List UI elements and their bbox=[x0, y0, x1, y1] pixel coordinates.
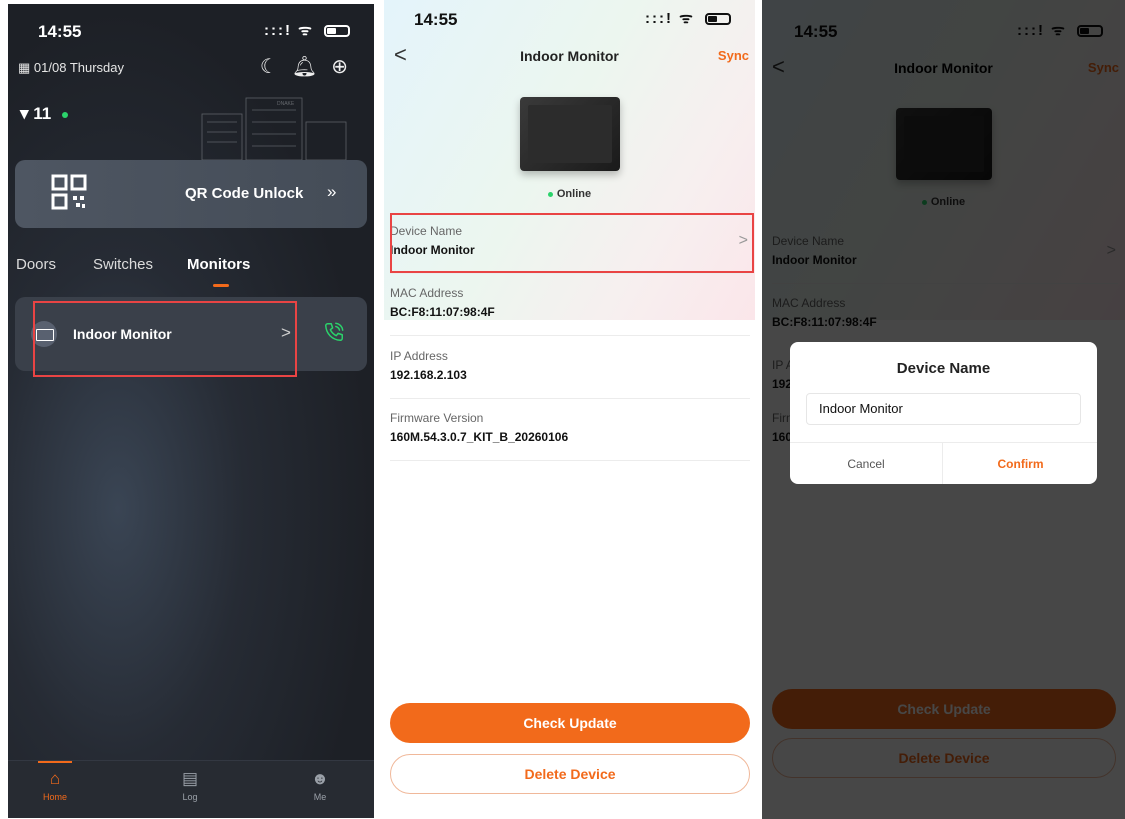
device-detail-screen: 14:55 :::! ᯤ < Indoor Monitor Sync Onlin… bbox=[384, 0, 755, 819]
person-icon: ☻ bbox=[311, 769, 329, 788]
tab-switches[interactable]: Switches bbox=[93, 256, 153, 273]
status-badge: Online bbox=[384, 188, 755, 200]
highlight-box bbox=[390, 213, 754, 273]
qr-code-unlock-card[interactable]: QR Code Unlock » bbox=[15, 160, 367, 228]
highlight-box bbox=[33, 301, 297, 377]
device-name-dialog: Device Name Indoor Monitor Cancel Confir… bbox=[790, 342, 1097, 484]
svg-text:DNAKE: DNAKE bbox=[277, 101, 295, 107]
page-title: Indoor Monitor bbox=[520, 48, 619, 64]
log-icon: ▤ bbox=[181, 769, 199, 788]
dialog-footer: Cancel Confirm bbox=[790, 442, 1097, 484]
tab-monitors[interactable]: Monitors bbox=[187, 256, 250, 273]
moon-icon[interactable]: ☾ bbox=[260, 56, 292, 78]
qr-unlock-label: QR Code Unlock bbox=[185, 185, 304, 202]
home-screen: 14:55 :::! ᯤ ▦ 01/08 Thursday ☾🔔︎⊕ ▾ 11 … bbox=[8, 4, 374, 818]
qr-code-icon bbox=[51, 174, 87, 210]
active-tab-line bbox=[38, 761, 72, 763]
calendar-icon: ▦ bbox=[18, 60, 31, 75]
online-dot bbox=[547, 191, 553, 197]
confirm-button[interactable]: Confirm bbox=[944, 443, 1097, 484]
wifi-icon: ᯤ bbox=[679, 10, 695, 27]
bottom-tab-bar: ⌂ Home ▤ Log ☻ Me bbox=[8, 760, 374, 818]
bell-icon[interactable]: 🔔︎ bbox=[292, 56, 331, 78]
home-icon: ⌂ bbox=[49, 769, 61, 788]
double-chevron-icon: » bbox=[327, 182, 337, 201]
date-label: ▦ 01/08 Thursday bbox=[18, 60, 125, 75]
monitor-image bbox=[520, 97, 620, 171]
signal-icon: :::! bbox=[644, 10, 673, 27]
status-time: 14:55 bbox=[414, 10, 458, 29]
sync-button[interactable]: Sync bbox=[718, 48, 749, 63]
field-mac-address: MAC Address BC:F8:11:07:98:4F bbox=[390, 274, 750, 336]
status-time: 14:55 bbox=[38, 22, 82, 41]
tabbar-home[interactable]: ⌂ Home bbox=[25, 769, 85, 802]
field-firmware-version: Firmware Version 160M.54.3.0.7_KIT_B_202… bbox=[390, 399, 750, 461]
tabbar-me[interactable]: ☻ Me bbox=[290, 769, 350, 802]
battery-icon bbox=[705, 13, 731, 26]
signal-icon: :::! bbox=[263, 22, 292, 39]
online-dot bbox=[62, 111, 68, 118]
add-icon[interactable]: ⊕ bbox=[331, 56, 362, 78]
active-tab-indicator bbox=[213, 284, 229, 287]
status-bar: 14:55 :::! ᯤ bbox=[8, 4, 374, 54]
tab-doors[interactable]: Doors bbox=[16, 256, 56, 273]
nav-bar: < Indoor Monitor Sync bbox=[384, 42, 755, 72]
caret-down-icon: ▾ bbox=[20, 104, 29, 123]
field-ip-address: IP Address 192.168.2.103 bbox=[390, 337, 750, 399]
building-illustration: DNAKE bbox=[201, 97, 347, 161]
device-name-input[interactable]: Indoor Monitor bbox=[806, 393, 1081, 425]
community-selector[interactable]: ▾ 11 bbox=[20, 104, 68, 124]
cancel-button[interactable]: Cancel bbox=[790, 443, 943, 484]
wifi-icon: ᯤ bbox=[298, 22, 314, 39]
tabbar-log[interactable]: ▤ Log bbox=[160, 769, 220, 802]
battery-icon bbox=[324, 25, 350, 38]
rename-dialog-screen: 14:55 :::! ᯤ < Indoor Monitor Sync Onlin… bbox=[762, 0, 1125, 819]
call-icon[interactable] bbox=[323, 321, 345, 343]
check-update-button[interactable]: Check Update bbox=[390, 703, 750, 743]
dialog-title: Device Name bbox=[896, 360, 991, 377]
delete-device-button[interactable]: Delete Device bbox=[390, 754, 750, 794]
